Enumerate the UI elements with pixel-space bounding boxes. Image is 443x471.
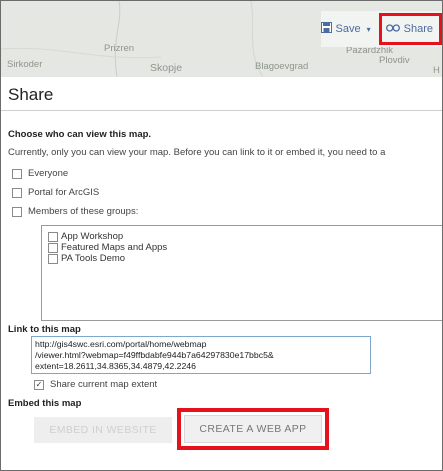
embed-in-website-button[interactable]: EMBED IN WEBSITE: [34, 417, 172, 443]
groups-option[interactable]: Members of these groups:: [12, 206, 138, 217]
groups-checkbox[interactable]: [12, 206, 22, 217]
group-item-pa-tools-demo[interactable]: PA Tools Demo: [48, 253, 442, 264]
create-web-app-button[interactable]: CREATE A WEB APP: [184, 415, 322, 443]
group-item-app-workshop[interactable]: App Workshop: [48, 231, 442, 242]
group-checkbox[interactable]: [48, 253, 58, 264]
map-link-field[interactable]: http://gis4swc.esri.com/portal/home/webm…: [31, 336, 371, 374]
map-background: Prizren Sirkoder Skopje Blagoevgrad Paza…: [1, 1, 442, 77]
map-link-line: /viewer.html?webmap=f49ffbdabfe944b7a642…: [35, 350, 274, 360]
map-label-sirkoder: Sirkoder: [7, 59, 43, 70]
share-extent-checkbox[interactable]: ✓: [34, 379, 44, 390]
share-dialog-screenshot: Prizren Sirkoder Skopje Blagoevgrad Paza…: [0, 0, 443, 471]
sharing-info-text: Currently, only you can view your map. B…: [8, 147, 386, 158]
link-icon: [385, 23, 400, 35]
map-link-line: http://gis4swc.esri.com/portal/home/webm…: [35, 339, 207, 349]
map-link-line: extent=18.2611,34.8365,34.4879,42.2246: [35, 361, 196, 371]
map-label-h: H: [433, 65, 440, 76]
group-checkbox[interactable]: [48, 231, 58, 242]
save-button[interactable]: Save ▾: [320, 22, 371, 36]
groups-list: App Workshop Featured Maps and Apps PA T…: [41, 225, 442, 321]
share-label: Share: [403, 23, 433, 35]
save-label: Save: [335, 23, 361, 35]
title-divider: [1, 110, 442, 111]
portal-checkbox[interactable]: [12, 187, 22, 198]
map-label-plovdiv: Plovdiv: [379, 55, 410, 66]
who-can-view-heading: Choose who can view this map.: [8, 129, 152, 140]
map-label-blagoevgrad: Blagoevgrad: [255, 61, 309, 72]
link-heading: Link to this map: [8, 324, 81, 335]
portal-label: Portal for ArcGIS: [28, 187, 100, 198]
group-label: App Workshop: [61, 231, 124, 242]
chevron-down-icon: ▾: [366, 24, 371, 34]
dialog-title: Share: [8, 85, 54, 104]
group-label: Featured Maps and Apps: [61, 242, 168, 253]
share-extent-option[interactable]: ✓ Share current map extent: [34, 379, 157, 390]
map-label-skopje: Skopje: [150, 62, 183, 74]
group-checkbox[interactable]: [48, 242, 58, 253]
embed-heading: Embed this map: [8, 398, 82, 409]
everyone-option[interactable]: Everyone: [12, 168, 68, 179]
map-label-prizren: Prizren: [104, 43, 135, 54]
everyone-checkbox[interactable]: [12, 168, 22, 179]
groups-label: Members of these groups:: [28, 206, 139, 217]
share-button[interactable]: Share: [378, 13, 442, 45]
group-item-featured-maps[interactable]: Featured Maps and Apps: [48, 242, 442, 253]
everyone-label: Everyone: [28, 168, 69, 179]
share-extent-label: Share current map extent: [50, 379, 158, 390]
group-label: PA Tools Demo: [61, 253, 126, 264]
save-icon: [320, 22, 332, 36]
map-toolbar: Save ▾ Share: [320, 11, 442, 47]
portal-option[interactable]: Portal for ArcGIS: [12, 187, 99, 198]
